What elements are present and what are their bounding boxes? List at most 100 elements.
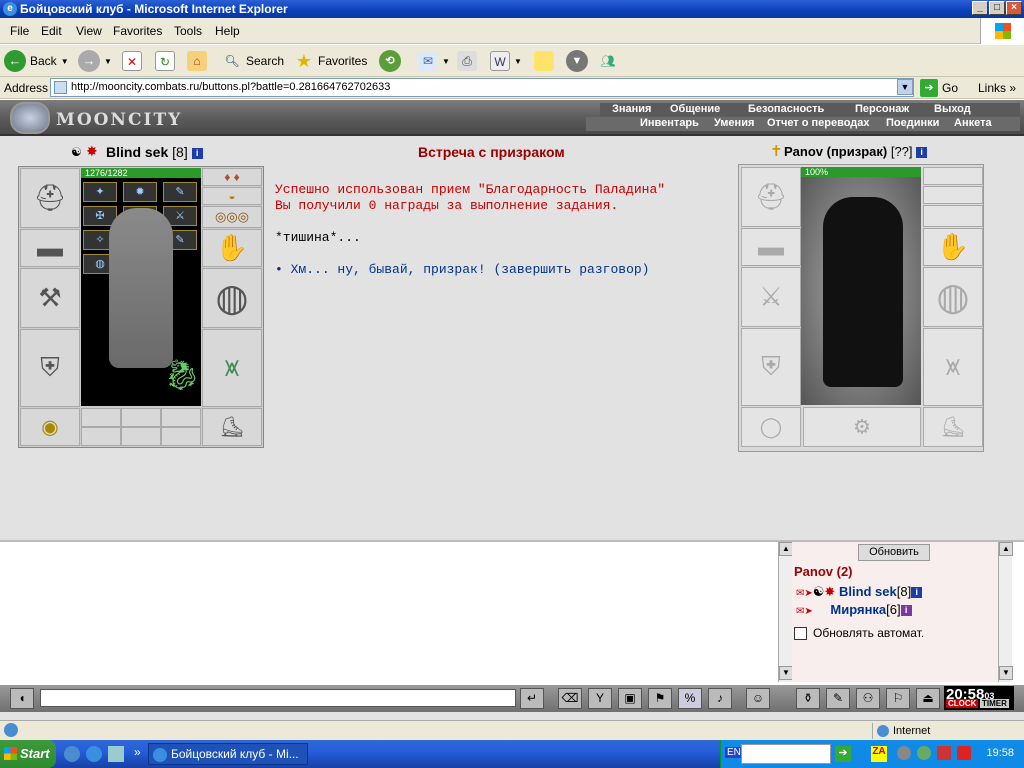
exit-icon[interactable]: ⏏ (916, 688, 940, 709)
small-slot[interactable] (161, 408, 201, 427)
small-slot[interactable] (121, 408, 161, 427)
quicklaunch-ie-icon[interactable] (86, 746, 102, 762)
weapon-slot[interactable]: ⚒ (20, 268, 80, 328)
nav-skills[interactable]: Умения (714, 117, 754, 129)
helmet-slot[interactable]: ⛑ (20, 168, 80, 228)
earrings-slot[interactable]: ♦ ♦ (202, 168, 262, 186)
start-button[interactable]: Start (0, 740, 56, 768)
send-button[interactable]: ↵ (520, 688, 544, 709)
spell-slot[interactable]: ✦ (83, 182, 117, 202)
home-button[interactable]: ⌂ (187, 49, 207, 73)
game-logo[interactable]: MOONCITY (10, 102, 190, 134)
spell-slot[interactable]: ✹ (123, 182, 157, 202)
nav-knowledge[interactable]: Знания (612, 103, 651, 115)
rings-slot[interactable] (923, 205, 983, 227)
bracers-slot[interactable]: ▬ (20, 229, 80, 267)
tray-icon[interactable] (897, 746, 911, 760)
quicklaunch-media-icon[interactable] (108, 746, 124, 762)
spell-slot[interactable]: ✎ (163, 182, 197, 202)
smiley-icon[interactable]: ☺ (746, 688, 770, 709)
nav-communication[interactable]: Общение (670, 103, 720, 115)
refresh-button[interactable]: ↻ (155, 49, 175, 73)
private-icon[interactable]: ✉➤ (796, 588, 813, 599)
save-icon[interactable]: ▣ (618, 688, 642, 709)
chat-log[interactable] (10, 544, 776, 682)
belt-slot[interactable]: ◯ (741, 407, 801, 447)
armor-slot[interactable]: ⛨ (20, 329, 80, 407)
tray-clock[interactable]: 19:58 (986, 747, 1014, 759)
minimize-button[interactable]: _ (972, 1, 988, 15)
scroll-down-arrow[interactable]: ▼ (779, 666, 793, 680)
refresh-button[interactable]: Обновить (858, 544, 930, 561)
roster-row[interactable]: ✉➤ Мирянка[6] i (796, 602, 912, 617)
quicklaunch-more-icon[interactable]: » (134, 745, 141, 759)
boots-slot[interactable]: ⛸ (923, 407, 983, 447)
player-info-icon[interactable]: i (900, 605, 912, 617)
quicklaunch-globe-icon[interactable] (64, 746, 80, 762)
group-icon[interactable]: ⚇ (856, 688, 880, 709)
chat-scrollbar[interactable]: ▲ ▼ (778, 542, 793, 682)
messenger-button[interactable]: 👥︎ (598, 49, 618, 73)
opponent-info-icon[interactable]: i (916, 147, 928, 159)
address-input[interactable]: http://mooncity.combats.ru/buttons.pl?ba… (50, 78, 914, 97)
run-icon[interactable]: ⚑ (648, 688, 672, 709)
nav-exit[interactable]: Выход (934, 103, 971, 115)
gloves-slot[interactable]: ✋ (923, 228, 983, 266)
nero-scout-icon[interactable] (741, 744, 831, 764)
history-button[interactable]: ⟲ (379, 49, 401, 73)
forward-button[interactable]: → ▼ (78, 49, 112, 73)
small-slot[interactable] (121, 427, 161, 446)
sound-icon[interactable]: ♪ (708, 688, 732, 709)
tray-arrow-icon[interactable]: ➔ (835, 746, 851, 762)
links-button[interactable]: Links » (978, 81, 1016, 95)
helmet-slot[interactable]: ⛑ (741, 167, 801, 227)
tray-icon[interactable] (917, 746, 931, 760)
opponent-name[interactable]: Panov (призрак) [??] i (784, 144, 928, 159)
auto-refresh-option[interactable]: Обновлять автомат. (794, 626, 924, 640)
close-button[interactable]: × (1006, 1, 1022, 15)
roster-player-name[interactable]: Мирянка (830, 602, 886, 617)
auto-refresh-checkbox[interactable] (794, 626, 807, 640)
maximize-button[interactable]: □ (989, 1, 1005, 15)
tray-icon[interactable] (937, 746, 951, 760)
go-button[interactable]: ➔ Go (920, 79, 958, 97)
flag-icon[interactable]: ⚐ (886, 688, 910, 709)
notes-button[interactable] (534, 49, 554, 73)
small-slot[interactable] (81, 408, 121, 427)
roster-row[interactable]: ✉➤☯✸ Blind sek[8] i (796, 584, 923, 600)
chat-input[interactable] (40, 689, 516, 707)
menu-tools[interactable]: Tools (174, 24, 202, 38)
favorites-button[interactable]: ★ Favorites (294, 49, 367, 73)
nav-character[interactable]: Персонаж (855, 103, 909, 115)
nav-battles[interactable]: Поединки (886, 117, 939, 129)
eraser-icon[interactable]: ⌫ (558, 688, 582, 709)
amulet-slot[interactable]: ◒ (202, 187, 262, 205)
timer-button[interactable]: TIMER (980, 699, 1009, 708)
pants-slot[interactable]: ⩙ (202, 329, 262, 407)
clock-button[interactable]: CLOCK (946, 699, 979, 708)
nav-transfers[interactable]: Отчет о переводах (767, 117, 870, 129)
menu-file[interactable]: File (10, 24, 29, 38)
small-slot[interactable] (81, 427, 121, 446)
shield-slot[interactable]: ◍ (202, 268, 262, 328)
edit-button[interactable]: W ▼ (490, 49, 522, 73)
player-info-icon[interactable]: i (911, 587, 923, 599)
scroll-down-arrow[interactable]: ▼ (999, 666, 1013, 680)
taskbar-item-ie[interactable]: Бойцовский клуб - Mi... (148, 743, 308, 765)
nav-inventory[interactable]: Инвентарь (640, 117, 699, 129)
emblem-slot[interactable]: ⚙ (803, 407, 921, 447)
scroll-up-arrow[interactable]: ▲ (999, 542, 1013, 556)
search-button[interactable]: 🔍︎ Search (222, 49, 284, 73)
scroll-up-arrow[interactable]: ▲ (779, 542, 793, 556)
menu-edit[interactable]: Edit (41, 24, 62, 38)
boots-slot[interactable]: ⛸ (202, 408, 262, 446)
nav-profile[interactable]: Анкета (954, 117, 992, 129)
quest-icon[interactable]: ✎ (826, 688, 850, 709)
stop-button[interactable]: ✕ (122, 49, 142, 73)
roster-scrollbar[interactable]: ▲ ▼ (998, 542, 1013, 682)
rings-slot[interactable]: ◎◎◎ (202, 206, 262, 228)
research-button[interactable]: ▼ (566, 49, 588, 73)
player-name[interactable]: Blind sek [8] i (106, 144, 203, 160)
belt-slot[interactable]: ◉ (20, 408, 80, 446)
back-button[interactable]: ← Back ▼ (4, 49, 69, 73)
